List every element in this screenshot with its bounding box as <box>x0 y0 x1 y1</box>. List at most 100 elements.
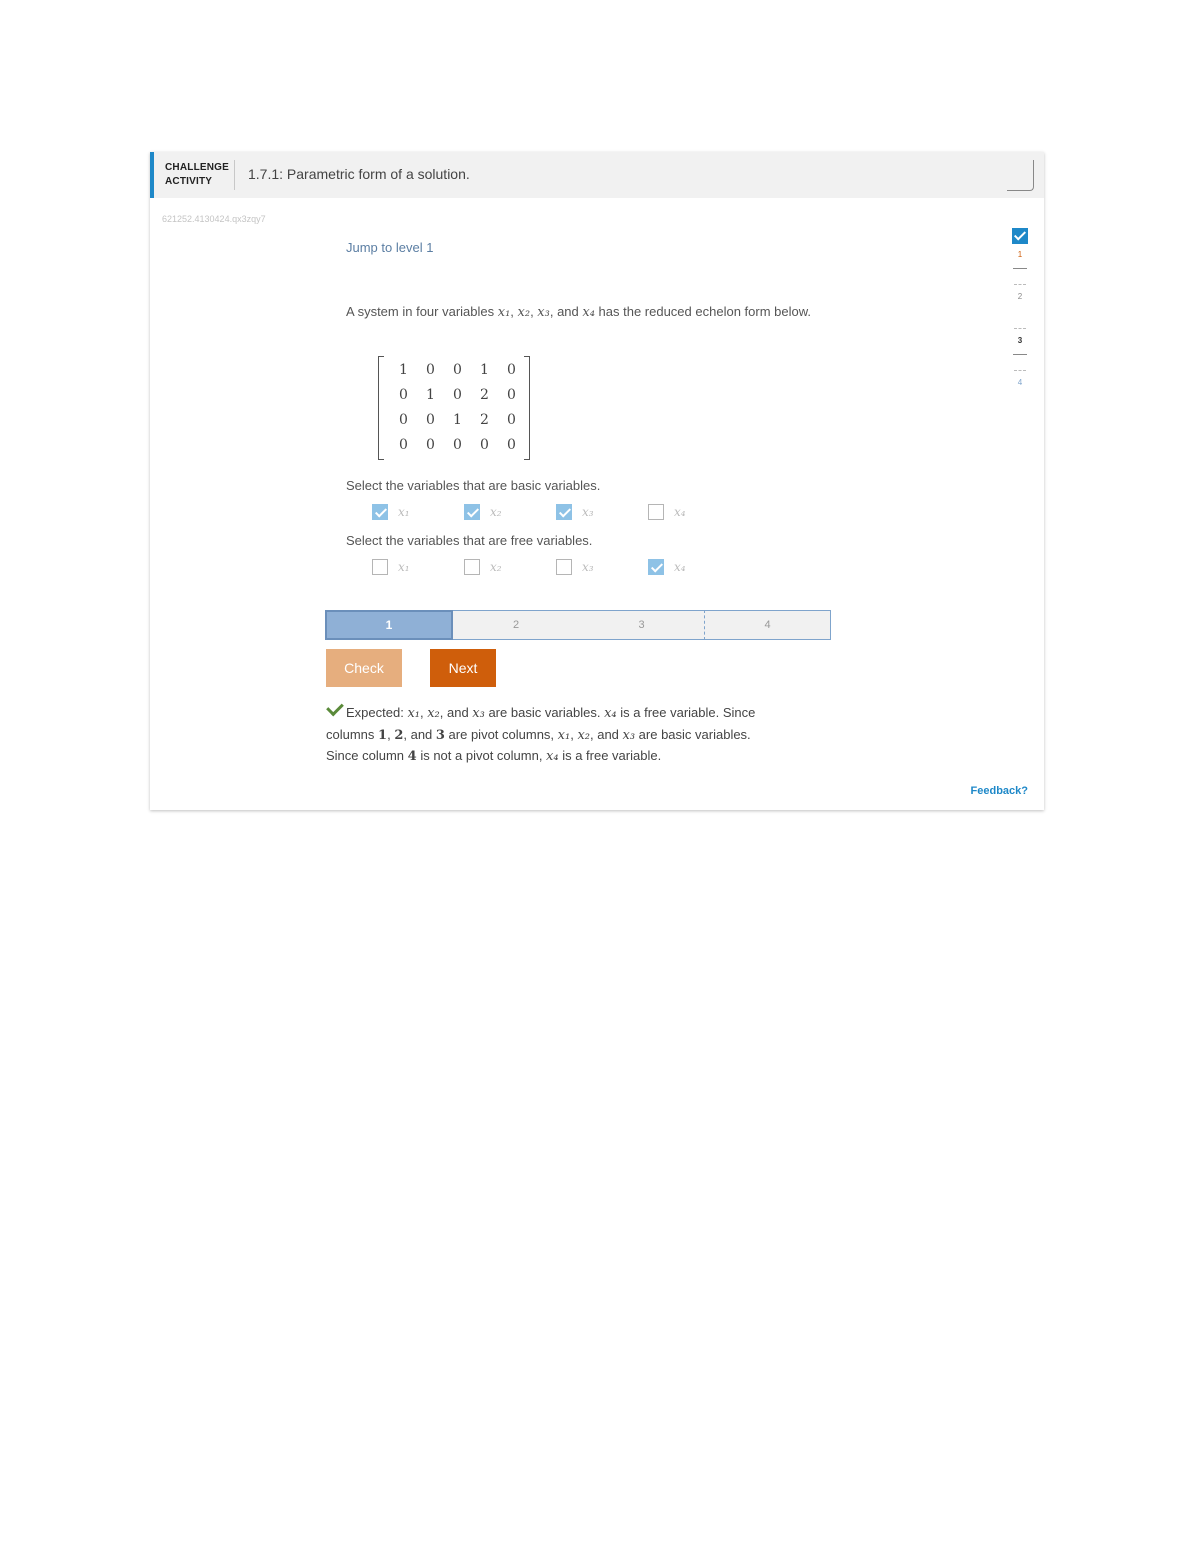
level-number-4[interactable]: 4 <box>1012 378 1028 387</box>
option-label: x₁ <box>398 505 410 519</box>
progress-segment-4[interactable]: 4 <box>705 610 831 640</box>
feedback-text: , and <box>439 705 473 720</box>
checkbox[interactable] <box>556 504 572 520</box>
feedback-number: 4 <box>407 749 417 764</box>
level-progress-bar: 1 2 3 4 <box>325 610 831 640</box>
free-option-x1[interactable]: x₁ <box>372 559 464 575</box>
free-variables-options: x₁ x₂ x₃ x₄ <box>372 559 740 575</box>
basic-option-x2[interactable]: x₂ <box>464 504 556 520</box>
matrix-cell: 0 <box>507 362 516 378</box>
feedback-var: x₃ <box>472 706 485 721</box>
matrix-cell: 0 <box>399 387 408 403</box>
check-button[interactable]: Check <box>326 649 402 687</box>
matrix-row: 0 1 0 2 0 <box>390 387 525 403</box>
checkbox[interactable] <box>556 559 572 575</box>
basic-option-x1[interactable]: x₁ <box>372 504 464 520</box>
progress-segment-1[interactable]: 1 <box>325 610 453 640</box>
feedback-number: 2 <box>394 727 404 743</box>
option-label: x₃ <box>582 560 594 574</box>
problem-prompt: A system in four variables x₁, x₂, x₃, a… <box>346 302 816 323</box>
feedback-text: , and <box>403 726 436 742</box>
left-bracket <box>378 356 384 460</box>
collapse-corner-icon[interactable] <box>1007 160 1034 191</box>
challenge-activity-card: CHALLENGE ACTIVITY 1.7.1: Parametric for… <box>150 152 1044 810</box>
checkbox[interactable] <box>464 504 480 520</box>
feedback-text: is a free variable. <box>558 748 662 763</box>
matrix-cell: 1 <box>399 362 408 378</box>
feedback-text: Expected: <box>346 705 408 720</box>
checkmark-icon <box>326 698 344 717</box>
answer-feedback: Expected: x₁, x₂, and x₃ are basic varia… <box>326 698 786 768</box>
level-number-3[interactable]: 3 <box>1012 336 1028 345</box>
checkbox[interactable] <box>372 504 388 520</box>
feedback-text: are basic variables. <box>484 705 605 720</box>
matrix-cell: 0 <box>453 387 462 403</box>
option-label: x₄ <box>674 505 686 519</box>
basic-option-x3[interactable]: x₃ <box>556 504 648 520</box>
matrix-row: 0 0 0 0 0 <box>390 437 525 453</box>
matrix-cell: 1 <box>453 412 462 428</box>
prompt-var-x3: x₃ <box>537 305 550 320</box>
reduced-echelon-matrix: 1 0 0 1 0 0 1 0 2 0 0 0 1 2 0 0 0 0 0 0 <box>378 356 530 460</box>
checkbox[interactable] <box>648 504 664 520</box>
activity-header: CHALLENGE ACTIVITY 1.7.1: Parametric for… <box>150 152 1044 198</box>
matrix-cell: 0 <box>453 362 462 378</box>
feedback-var: x₄ <box>546 749 559 764</box>
prompt-var-x4: x₄ <box>582 305 595 320</box>
activity-type-badge: CHALLENGE ACTIVITY <box>165 161 229 189</box>
matrix-cell: 0 <box>507 412 516 428</box>
checkbox[interactable] <box>372 559 388 575</box>
free-option-x3[interactable]: x₃ <box>556 559 648 575</box>
matrix-cell: 0 <box>426 362 435 378</box>
matrix-cell: 0 <box>399 412 408 428</box>
feedback-var: x₄ <box>604 706 617 721</box>
next-button[interactable]: Next <box>430 649 496 687</box>
feedback-number: 1 <box>378 727 388 743</box>
level-divider-dashed <box>1014 328 1026 329</box>
matrix-row: 0 0 1 2 0 <box>390 412 525 428</box>
badge-line-2: ACTIVITY <box>165 176 213 187</box>
matrix-cell: 0 <box>507 387 516 403</box>
matrix-row: 1 0 0 1 0 <box>390 362 525 378</box>
matrix-cell: 0 <box>480 437 489 453</box>
level-divider-dashed <box>1014 284 1026 285</box>
checkbox[interactable] <box>464 559 480 575</box>
checkbox[interactable] <box>648 559 664 575</box>
prompt-var-x2: x₂ <box>517 305 531 320</box>
feedback-var: x₁ <box>557 727 571 743</box>
level-number-1[interactable]: 1 <box>1012 250 1028 259</box>
prompt-sep: , and <box>549 304 583 319</box>
basic-option-x4[interactable]: x₄ <box>648 504 740 520</box>
progress-segment-3[interactable]: 3 <box>579 610 705 640</box>
basic-variables-question: Select the variables that are basic vari… <box>346 478 601 493</box>
matrix-cell: 2 <box>480 412 489 428</box>
feedback-var: x₂ <box>427 706 440 721</box>
basic-variables-options: x₁ x₂ x₃ x₄ <box>372 504 740 520</box>
feedback-text: , and <box>589 726 623 742</box>
badge-line-1: CHALLENGE <box>165 162 230 173</box>
matrix-cell: 2 <box>480 387 489 403</box>
option-label: x₁ <box>398 560 410 574</box>
matrix-cell: 1 <box>480 362 489 378</box>
feedback-text: is not a pivot column, <box>416 748 547 763</box>
level-divider <box>1013 354 1027 355</box>
option-label: x₂ <box>490 505 502 519</box>
option-label: x₄ <box>674 560 686 574</box>
level-divider-dashed <box>1014 370 1026 371</box>
matrix-cell: 0 <box>507 437 516 453</box>
header-divider <box>234 160 235 190</box>
prompt-sep: , <box>510 304 518 319</box>
feedback-number: 3 <box>435 727 445 743</box>
activity-title: 1.7.1: Parametric form of a solution. <box>248 166 470 182</box>
progress-segment-2[interactable]: 2 <box>453 610 579 640</box>
free-option-x4[interactable]: x₄ <box>648 559 740 575</box>
feedback-var: x₁ <box>407 706 420 721</box>
option-label: x₃ <box>582 505 594 519</box>
jump-to-level-link[interactable]: Jump to level 1 <box>346 240 433 255</box>
prompt-text: has the reduced echelon form below. <box>594 304 812 319</box>
feedback-link[interactable]: Feedback? <box>971 785 1028 797</box>
level-number-2[interactable]: 2 <box>1012 292 1028 301</box>
free-option-x2[interactable]: x₂ <box>464 559 556 575</box>
matrix-cell: 0 <box>453 437 462 453</box>
level-complete-check-icon[interactable] <box>1012 228 1028 244</box>
